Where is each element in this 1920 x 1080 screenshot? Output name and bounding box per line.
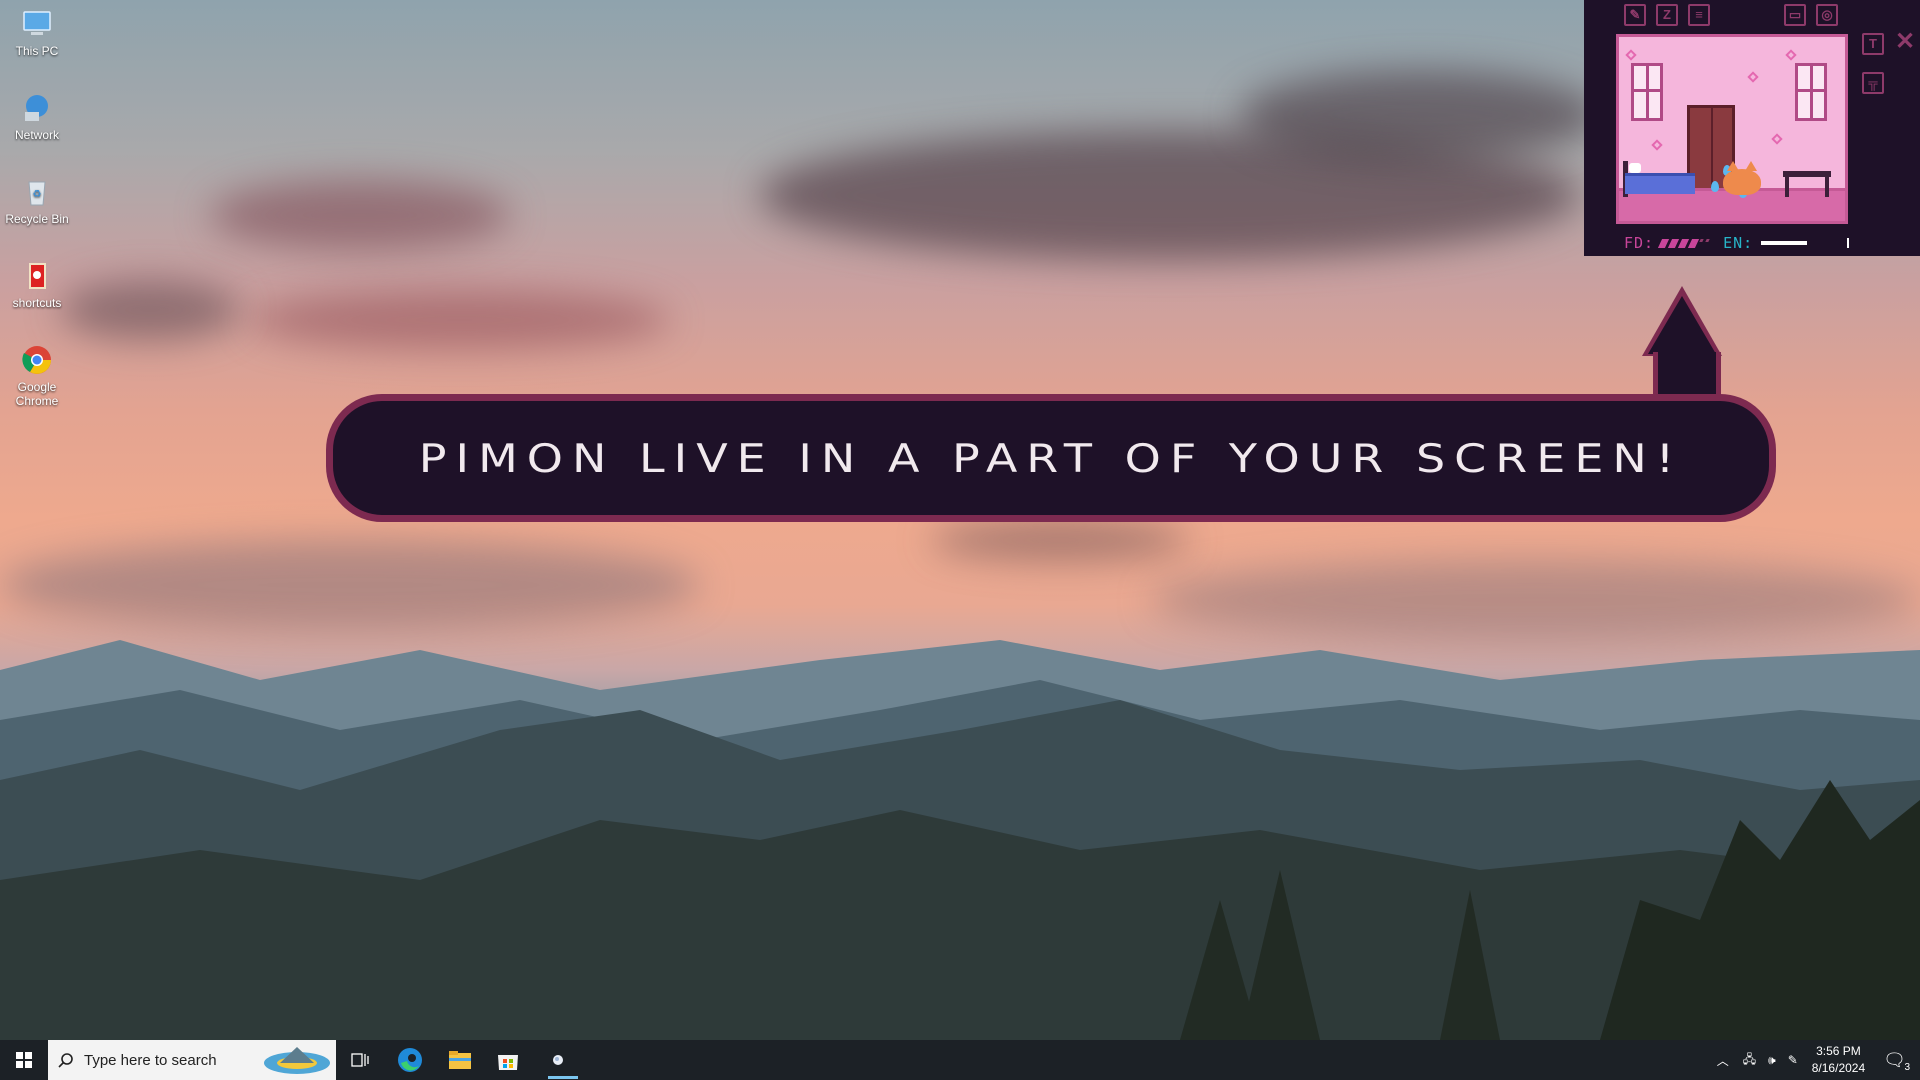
chevron-up-icon[interactable]: ︿ [1717,1052,1729,1069]
pimon-app-icon[interactable] [538,1040,578,1080]
pointer-arrow-shaft [1653,352,1721,400]
promo-banner: Pimon live in a part of your screen! [326,394,1776,522]
taskbar: Type here to search ︿ 🖧 🕪 ✎ 3:56 PM 8/16… [0,1040,1920,1080]
svg-text:♻: ♻ [33,189,42,200]
volume-icon[interactable]: 🕪 [1768,1053,1776,1068]
microsoft-store-icon[interactable] [488,1040,528,1080]
bed-pillow [1629,163,1641,173]
network-icon [21,92,53,124]
table-leg [1825,177,1829,197]
shortcuts-folder-icon [21,260,53,292]
desktop-icon-label: This PC [15,44,59,58]
wall-flower-decoration [1651,139,1663,151]
settings-icon[interactable]: ◎ [1816,4,1838,26]
room-window-left [1631,63,1663,121]
text-icon[interactable]: T [1862,33,1884,55]
clock-date: 8/16/2024 [1811,1061,1866,1075]
notifications-icon[interactable]: 🗨 3 [1883,1050,1912,1073]
search-placeholder: Type here to search [84,1051,217,1069]
desktop-icon-label: shortcuts [12,296,62,310]
desktop-icon-label: Network [14,128,59,142]
clock[interactable]: 3:56 PM 8/16/2024 [1812,1043,1865,1077]
desktop-icon-this-pc[interactable]: This PC [0,8,74,58]
pimon-pet[interactable] [1723,161,1761,195]
sleep-icon[interactable]: Z [1656,4,1678,26]
water-drop-icon [1711,181,1719,192]
layout-icon[interactable]: ╦ [1862,72,1884,94]
bed [1625,173,1695,194]
clock-time: 3:56 PM [1816,1044,1861,1058]
window-mode-icon[interactable]: ▭ [1784,4,1806,26]
energy-meter-track [1813,242,1841,244]
windows-logo-icon [16,1052,32,1068]
close-icon[interactable]: ✕ [1894,30,1916,55]
pet-stats: FD: EN: [1624,234,1850,252]
active-app-indicator [548,1076,578,1079]
fd-label: FD: [1624,234,1655,252]
network-tray-icon[interactable]: 🖧 [1743,1050,1756,1071]
room-floor [1619,191,1845,221]
pointer-arrow-inner [1648,296,1716,354]
search-icon [58,1053,73,1068]
start-button[interactable] [0,1040,48,1080]
pen-workspace-icon[interactable]: ✎ [1788,1053,1798,1067]
en-label: EN: [1723,234,1754,252]
system-tray: ︿ 🖧 🕪 ✎ 3:56 PM 8/16/2024 🗨 3 [1709,1040,1920,1080]
energy-level-meter [1761,241,1808,245]
this-pc-icon [21,8,53,40]
wall-flower-decoration [1771,133,1783,145]
edge-icon[interactable] [390,1040,430,1080]
taskbar-search[interactable]: Type here to search [48,1040,336,1080]
desktop-icon-network[interactable]: Network [0,92,74,142]
food-level-meter [1657,238,1710,248]
food-point-filled [1687,238,1700,248]
pimon-widget[interactable]: ✎ Z ≡ ▭ ◎ T ╦ ✕ FD: EN: [1584,0,1920,256]
notification-count: 3 [1902,1061,1912,1073]
table [1783,171,1831,177]
desktop-icon-label: Recycle Bin [5,212,69,226]
wall-flower-decoration [1747,71,1759,83]
food-point-empty [1705,238,1710,242]
room-window-right [1795,63,1827,121]
desktop-icon-label: Google Chrome [15,380,59,408]
wall-flower-decoration [1625,49,1637,61]
chrome-icon [21,344,53,376]
recycle-bin-icon: ♻ [21,176,53,208]
wall-flower-decoration [1785,49,1797,61]
task-view-icon[interactable] [340,1040,380,1080]
food-point-empty [1699,238,1704,242]
banner-text: Pimon live in a part of your screen! [418,434,1684,482]
desktop-icon-shortcuts[interactable]: shortcuts [0,260,74,310]
energy-meter-end [1847,238,1850,248]
desktop-icon-recycle-bin[interactable]: ♻ Recycle Bin [0,176,74,226]
desktop-icon-google-chrome[interactable]: Google Chrome [0,344,74,408]
edit-icon[interactable]: ✎ [1624,4,1646,26]
file-explorer-icon[interactable] [440,1040,480,1080]
search-highlight-icon [264,1047,330,1074]
pet-room-scene[interactable] [1616,34,1848,224]
table-leg [1785,177,1789,197]
notes-icon[interactable]: ≡ [1688,4,1710,26]
